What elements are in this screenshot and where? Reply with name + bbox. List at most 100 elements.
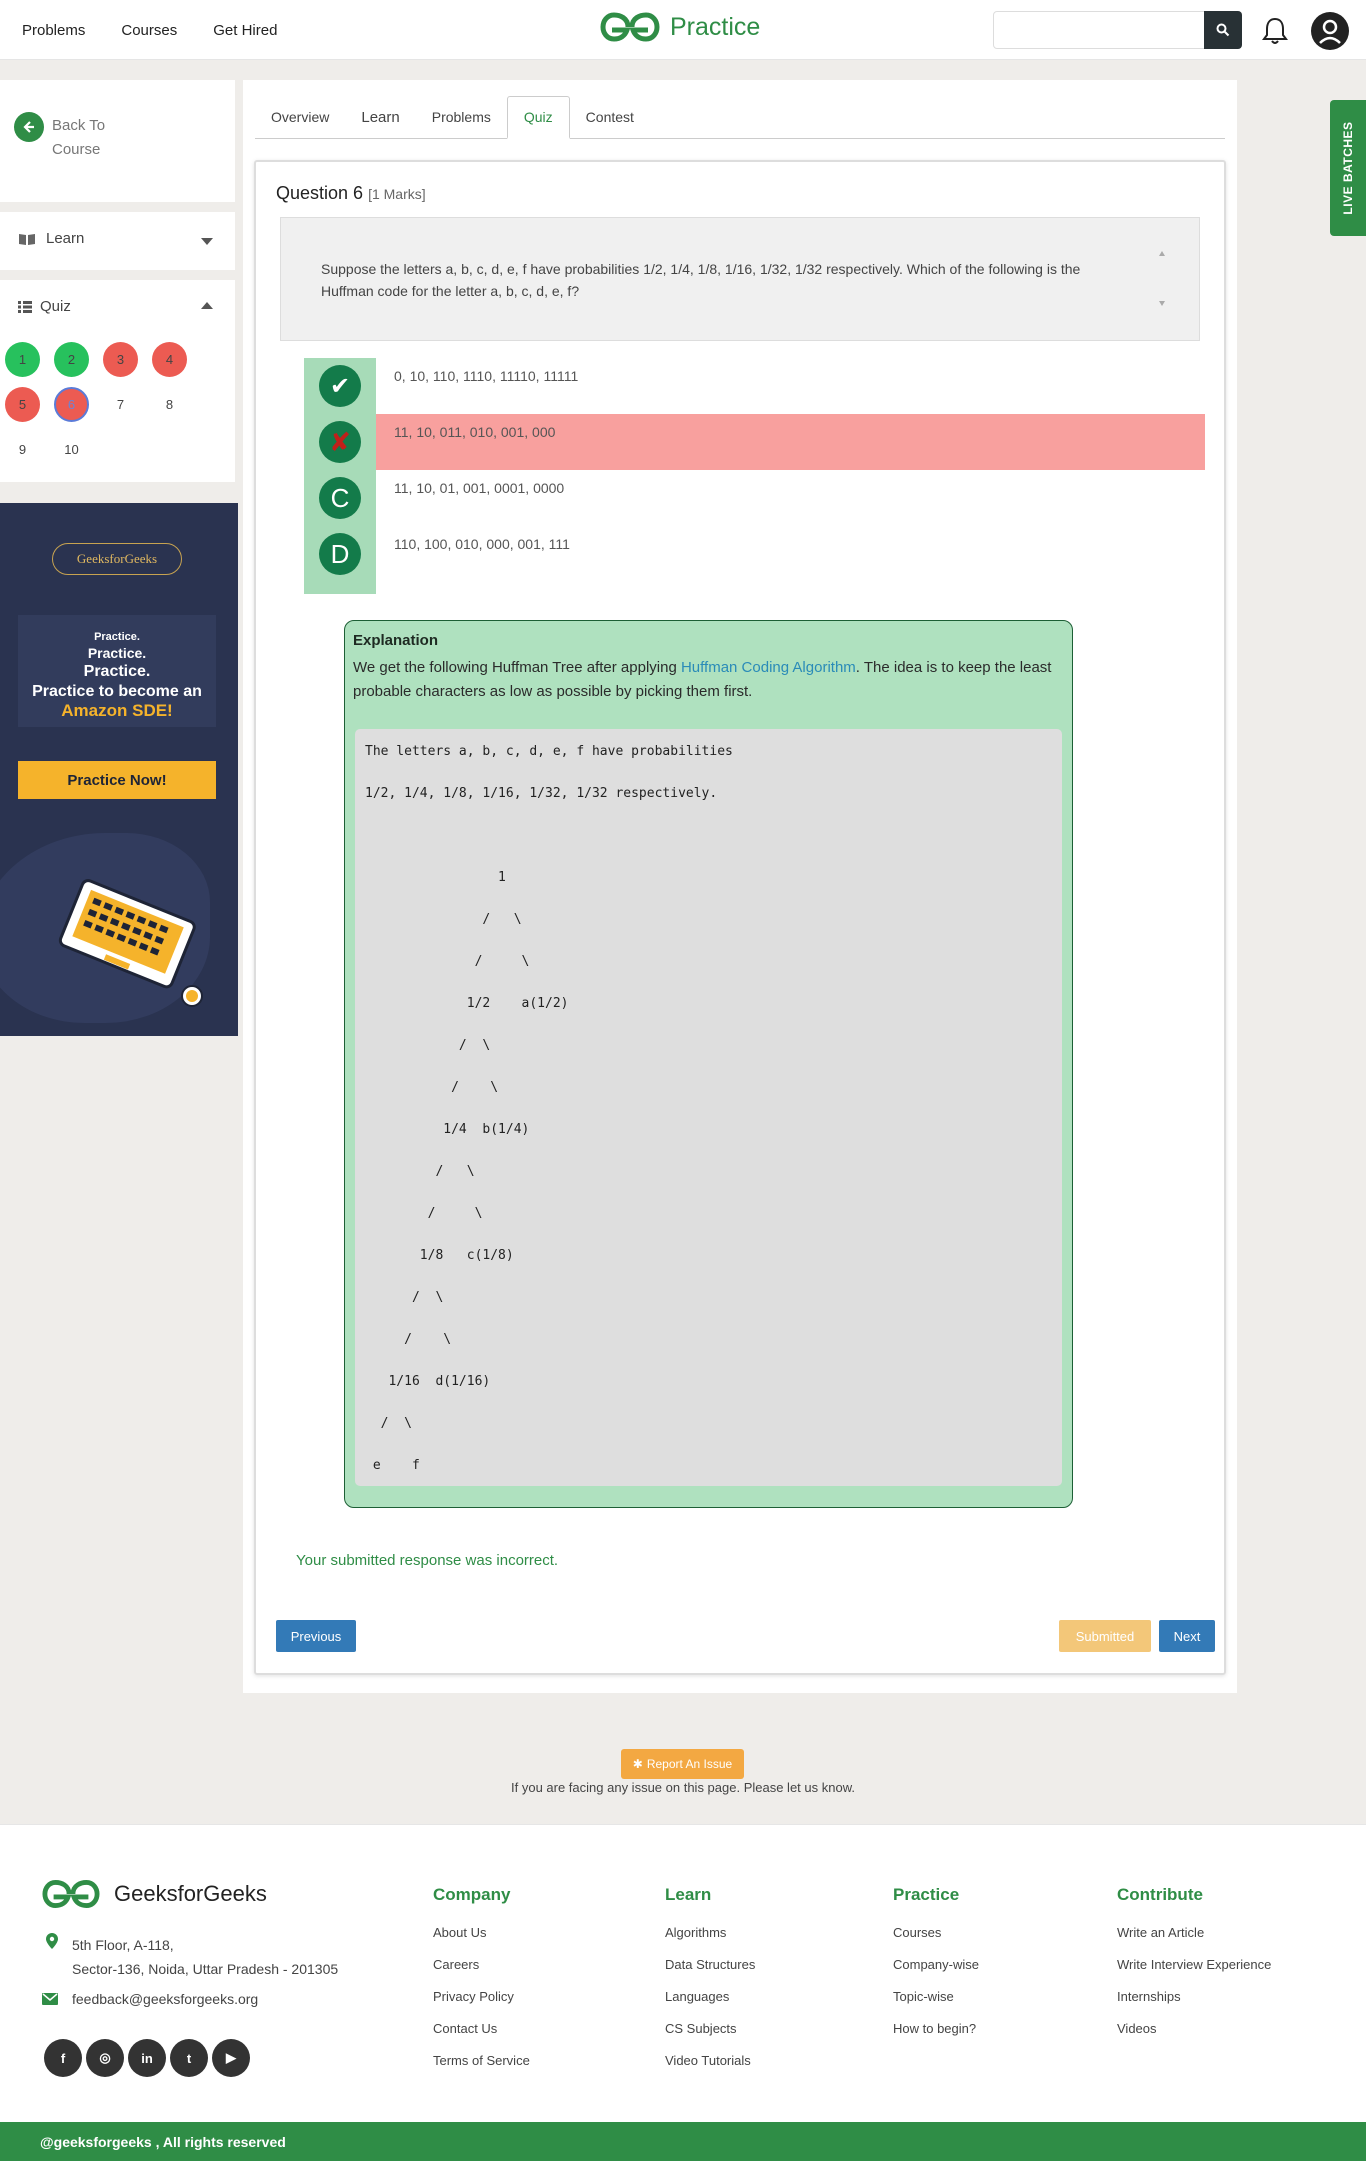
question-number[interactable]: 1	[5, 342, 40, 377]
brand-logo[interactable]: Practice	[600, 12, 760, 42]
search-button[interactable]	[1204, 11, 1242, 49]
live-batches-tab[interactable]: LIVE BATCHES	[1330, 100, 1366, 236]
nav-get-hired[interactable]: Get Hired	[213, 22, 277, 39]
scroll-up-icon[interactable]	[1159, 251, 1165, 256]
question-number[interactable]: 5	[5, 387, 40, 422]
footer-column-contribute: Contribute Write an Article Write Interv…	[1117, 1885, 1271, 2053]
footer-link[interactable]: Videos	[1117, 2021, 1271, 2036]
footer-link[interactable]: Company-wise	[893, 1957, 979, 1972]
tab-quiz[interactable]: Quiz	[506, 96, 570, 139]
promo-line: Practice to become an	[32, 683, 202, 700]
footer-email[interactable]: feedback@geeksforgeeks.org	[42, 1991, 258, 2007]
footer-link[interactable]: Privacy Policy	[433, 1989, 530, 2004]
footer-address: 5th Floor, A-118, Sector-136, Noida, Utt…	[46, 1933, 338, 1981]
option-badge: D	[304, 526, 376, 594]
report-note: If you are facing any issue on this page…	[511, 1780, 855, 1795]
option-d[interactable]: D 110, 100, 010, 000, 001, 111	[304, 526, 1205, 594]
promo-brand-pill: GeeksforGeeks	[52, 543, 182, 575]
instagram-icon[interactable]: ◎	[86, 2039, 124, 2077]
practice-now-button[interactable]: Practice Now!	[18, 761, 216, 799]
option-text: 110, 100, 010, 000, 001, 111	[394, 536, 570, 552]
promo-line: Practice.	[87, 645, 147, 661]
option-text: 0, 10, 110, 1110, 11110, 11111	[394, 368, 579, 384]
arrow-left-icon	[14, 112, 44, 142]
sidebar-learn-section[interactable]: Learn	[0, 212, 235, 270]
laptop-icon	[58, 879, 203, 1007]
footer-column-company: Company About Us Careers Privacy Policy …	[433, 1885, 530, 2085]
copyright-text: @geeksforgeeks , All rights reserved	[40, 2133, 286, 2150]
footer-link[interactable]: Courses	[893, 1925, 979, 1940]
footer-brand[interactable]: GeeksforGeeks	[42, 1879, 267, 1909]
footer-link[interactable]: Algorithms	[665, 1925, 755, 1940]
question-number[interactable]: 3	[103, 342, 138, 377]
option-a[interactable]: ✔ 0, 10, 110, 1110, 11110, 11111	[304, 358, 1205, 414]
huffman-link[interactable]: Huffman Coding Algorithm	[681, 659, 856, 676]
footer-link[interactable]: Terms of Service	[433, 2053, 530, 2068]
explanation-text-before: We get the following Huffman Tree after …	[353, 659, 681, 676]
promo-banner[interactable]: GeeksforGeeks Practice. Practice. Practi…	[0, 503, 238, 1036]
promo-text-box: Practice. Practice. Practice. Practice t…	[18, 615, 216, 727]
footer-link[interactable]: Topic-wise	[893, 1989, 979, 2004]
report-issue-button[interactable]: ✱ Report An Issue	[621, 1749, 744, 1779]
nav-courses[interactable]: Courses	[121, 22, 177, 39]
linkedin-icon[interactable]: in	[128, 2039, 166, 2077]
question-number[interactable]: 8	[152, 387, 187, 422]
back-to-course-link[interactable]: Back To Course	[14, 112, 105, 162]
question-marks: [1 Marks]	[368, 186, 426, 202]
footer-link[interactable]: Careers	[433, 1957, 530, 1972]
footer-link[interactable]: Contact Us	[433, 2021, 530, 2036]
footer-link[interactable]: Data Structures	[665, 1957, 755, 1972]
facebook-icon[interactable]: f	[44, 2039, 82, 2077]
sidebar-learn-label: Learn	[46, 230, 85, 247]
sidebar-quiz-header[interactable]: Quiz	[18, 298, 213, 315]
promo-line: Practice.	[94, 631, 140, 643]
twitter-icon[interactable]: t	[170, 2039, 208, 2077]
main-content: Overview Learn Problems Quiz Contest Que…	[243, 80, 1237, 1693]
question-number[interactable]: 2	[54, 342, 89, 377]
footer-link[interactable]: About Us	[433, 1925, 530, 1940]
previous-button[interactable]: Previous	[276, 1620, 356, 1652]
footer-column-title: Contribute	[1117, 1885, 1203, 1904]
next-button[interactable]: Next	[1159, 1620, 1215, 1652]
back-to-course-card[interactable]: Back To Course	[0, 80, 235, 202]
sidebar-quiz-section: Quiz 1 2 3 4 5 6 7 8 9 10	[0, 280, 235, 482]
nav-problems[interactable]: Problems	[22, 22, 85, 39]
chevron-up-icon[interactable]	[201, 302, 213, 309]
user-avatar-icon[interactable]	[1310, 11, 1350, 51]
search-input[interactable]	[993, 11, 1205, 49]
tab-problems[interactable]: Problems	[416, 96, 507, 138]
address-line2: Sector-136, Noida, Uttar Pradesh - 20130…	[72, 1961, 339, 1977]
question-number[interactable]: 7	[103, 387, 138, 422]
footer-link[interactable]: How to begin?	[893, 2021, 979, 2036]
promo-highlight: Amazon SDE!	[61, 701, 173, 720]
footer-column-title: Learn	[665, 1885, 712, 1904]
bell-icon[interactable]	[1258, 14, 1292, 48]
tab-contest[interactable]: Contest	[570, 96, 650, 138]
option-text: 11, 10, 01, 001, 0001, 0000	[394, 480, 565, 496]
question-number-current[interactable]: 6	[54, 387, 89, 422]
gfg-logo-icon	[600, 12, 660, 42]
scroll-down-icon[interactable]	[1159, 301, 1165, 306]
question-number[interactable]: 10	[54, 432, 89, 467]
top-nav: Problems Courses Get Hired	[22, 0, 277, 60]
footer-link[interactable]: Languages	[665, 1989, 755, 2004]
back-label-line2: Course	[52, 141, 101, 158]
chevron-down-icon[interactable]	[201, 238, 213, 245]
tab-overview[interactable]: Overview	[255, 96, 345, 138]
submitted-button[interactable]: Submitted	[1059, 1620, 1151, 1652]
question-panel: Question 6 [1 Marks] Suppose the letters…	[254, 160, 1226, 1675]
promo-line: Practice.	[83, 663, 151, 680]
list-icon	[18, 300, 32, 313]
tab-learn[interactable]: Learn	[345, 96, 415, 138]
option-c[interactable]: C 11, 10, 01, 001, 0001, 0000	[304, 470, 1205, 526]
footer-link[interactable]: Write Interview Experience	[1117, 1957, 1271, 1972]
footer-link[interactable]: Video Tutorials	[665, 2053, 755, 2068]
youtube-icon[interactable]: ▶	[212, 2039, 250, 2077]
footer-link[interactable]: CS Subjects	[665, 2021, 755, 2036]
question-number[interactable]: 9	[5, 432, 40, 467]
footer-link[interactable]: Internships	[1117, 1989, 1271, 2004]
option-b[interactable]: ✘ 11, 10, 011, 010, 001, 000	[304, 414, 1205, 470]
question-number[interactable]: 4	[152, 342, 187, 377]
footer-link[interactable]: Write an Article	[1117, 1925, 1271, 1940]
copyright-bar: @geeksforgeeks , All rights reserved	[0, 2122, 1366, 2161]
